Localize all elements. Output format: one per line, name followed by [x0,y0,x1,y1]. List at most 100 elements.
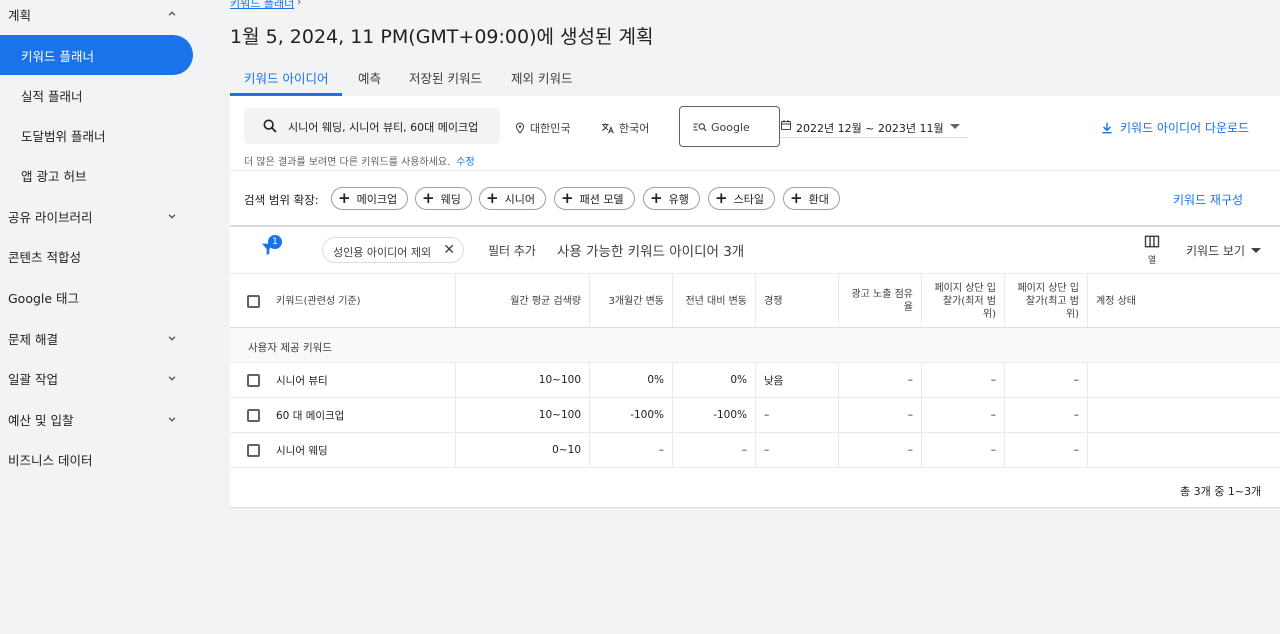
header-impression-share[interactable]: 광고 노출 점유율 [839,274,922,328]
status-cell [1088,363,1280,397]
sidebar-item-label: 비즈니스 데이터 [8,452,93,468]
search-network-icon [693,123,707,132]
yoy-cell: – [673,433,756,467]
bid-high-cell: – [1005,363,1088,397]
chevron-down-icon [168,417,176,422]
header-monthly-volume[interactable]: 월간 평균 검색량 [456,274,590,328]
header-bid-low[interactable]: 페이지 상단 입찰가(최저 범위) [922,274,1005,328]
divider [230,170,1280,171]
keyword-text: 시니어 웨딩 [276,444,328,457]
chevron-down-icon [168,214,176,219]
breadcrumb[interactable]: 키워드 플래너 [230,0,294,11]
bid-high-cell: – [1005,398,1088,432]
sidebar-item-plan[interactable]: 계획 [0,0,193,34]
tab-keyword-ideas[interactable]: 키워드 아이디어 [230,60,343,96]
sidebar-item-performance-planner[interactable]: 실적 플래너 [0,75,193,115]
download-label: 키워드 아이디어 다운로드 [1120,121,1250,135]
search-network-label: Google [711,121,750,134]
broaden-chip[interactable]: + 유행 [643,187,700,210]
search-network-selector[interactable]: Google [679,106,780,147]
broaden-chip[interactable]: + 스타일 [708,187,775,210]
plus-icon: + [561,189,574,207]
sidebar-item-label: Google 태그 [8,290,80,306]
plus-icon: + [486,189,499,207]
row-checkbox[interactable] [247,408,260,422]
sidebar-item-app-hub[interactable]: 앱 광고 허브 [0,155,193,195]
sidebar-item-shared-library[interactable]: 공유 라이브러리 [0,196,193,236]
broaden-search-label: 검색 범위 확장: [244,193,319,207]
sidebar-item-troubleshooting[interactable]: 문제 해결 [0,318,193,358]
active-filter-chip[interactable]: 성인용 아이디어 제외 ✕ [322,237,464,263]
tab-forecast[interactable]: 예측 [358,60,381,96]
header-keyword[interactable]: 키워드(관련성 기준) [230,274,456,328]
volume-cell: 10~100 [456,363,590,397]
broaden-chip[interactable]: + 환대 [783,187,840,210]
keyword-text: 시니어 뷰티 [276,374,328,387]
refine-keywords-button[interactable]: 키워드 재구성 [1173,191,1243,208]
header-yoy-change[interactable]: 전년 대비 변동 [673,274,756,328]
impression-cell: – [839,398,922,432]
broaden-chip[interactable]: + 메이크업 [331,187,409,210]
sidebar-item-google-tag[interactable]: Google 태그 [0,277,193,317]
group-label: 사용자 제공 키워드 [248,342,332,354]
tab-negative-keywords[interactable]: 제외 키워드 [511,60,572,96]
chip-label: 패션 모델 [579,192,624,206]
chip-label: 스타일 [733,192,764,206]
sidebar: 계획 키워드 플래너 실적 플래너 도달범위 플래너 앱 광고 허브 공유 라이… [0,0,200,634]
plus-icon: + [715,189,728,207]
tab-saved-keywords[interactable]: 저장된 키워드 [409,60,482,96]
sidebar-item-reach-planner[interactable]: 도달범위 플래너 [0,115,193,155]
chip-label: 유행 [668,192,689,206]
close-icon[interactable]: ✕ [443,242,455,258]
date-range-selector[interactable]: 2022년 12월 ~ 2023년 11월 [780,116,967,138]
table-row: 시니어 웨딩 0~10 – – – – – – [230,433,1280,468]
download-keyword-ideas-button[interactable]: 키워드 아이디어 다운로드 [1100,119,1249,136]
impression-cell: – [839,363,922,397]
sidebar-item-bulk-actions[interactable]: 일괄 작업 [0,358,193,398]
sidebar-item-keyword-planner[interactable]: 키워드 플래너 [0,35,193,75]
broaden-chip[interactable]: + 시니어 [479,187,546,210]
dropdown-arrow-icon [950,124,960,129]
page-title: 1월 5, 2024, 11 PM(GMT+09:00)에 생성된 계획 [230,26,654,48]
columns-button[interactable]: 열 [1143,235,1161,266]
broaden-chip[interactable]: + 패션 모델 [554,187,635,210]
header-bid-high[interactable]: 페이지 상단 입찰가(최고 범위) [1005,274,1088,328]
sidebar-item-label: 일괄 작업 [8,371,58,387]
three-month-cell: -100% [590,398,673,432]
chevron-down-icon [168,376,176,381]
volume-cell: 10~100 [456,398,590,432]
row-checkbox[interactable] [247,373,260,387]
chevron-down-icon [168,336,176,341]
status-cell [1088,398,1280,432]
sidebar-item-content-suitability[interactable]: 콘텐츠 적합성 [0,236,193,276]
keyword-settings-card: 시니어 웨딩, 시니어 뷰티, 60대 메이크업 대한민국 한국어 Google… [230,96,1280,226]
dropdown-arrow-icon [1251,248,1262,253]
three-month-cell: – [590,433,673,467]
broaden-chip[interactable]: + 웨딩 [415,187,472,210]
header-competition[interactable]: 경쟁 [756,274,839,328]
chip-label: 환대 [808,192,829,206]
filter-count-badge: 1 [268,235,282,249]
three-month-cell: 0% [590,363,673,397]
table-header: 키워드(관련성 기준) 월간 평균 검색량 3개월간 변동 전년 대비 변동 경… [230,273,1280,328]
add-filter-button[interactable]: 필터 추가 [488,242,536,259]
sidebar-item-budget-bidding[interactable]: 예산 및 입찰 [0,399,193,439]
location-selector[interactable]: 대한민국 [514,120,570,136]
chip-label: 시니어 [504,192,535,206]
group-header-row: 사용자 제공 키워드 [230,328,1280,363]
header-three-month-change[interactable]: 3개월간 변동 [590,274,673,328]
plus-icon: + [650,189,663,207]
header-account-status[interactable]: 계정 상태 [1088,274,1280,328]
row-checkbox[interactable] [247,443,260,457]
keyword-cell: 60 대 메이크업 [230,398,456,432]
language-selector[interactable]: 한국어 [601,120,649,136]
filter-chip-label: 성인용 아이디어 제외 [333,246,432,259]
edit-link[interactable]: 수정 [456,157,474,168]
keyword-search-input[interactable]: 시니어 웨딩, 시니어 뷰티, 60대 메이크업 [244,108,500,144]
sidebar-item-business-data[interactable]: 비즈니스 데이터 [0,439,193,479]
keyword-view-dropdown[interactable]: 키워드 보기 [1186,242,1262,259]
select-all-checkbox[interactable] [247,294,260,308]
keyword-ideas-table-card: 1 성인용 아이디어 제외 ✕ 필터 추가 사용 가능한 키워드 아이디어 3개… [230,226,1280,508]
bid-low-cell: – [922,398,1005,432]
breadcrumb-separator: › [297,0,302,8]
